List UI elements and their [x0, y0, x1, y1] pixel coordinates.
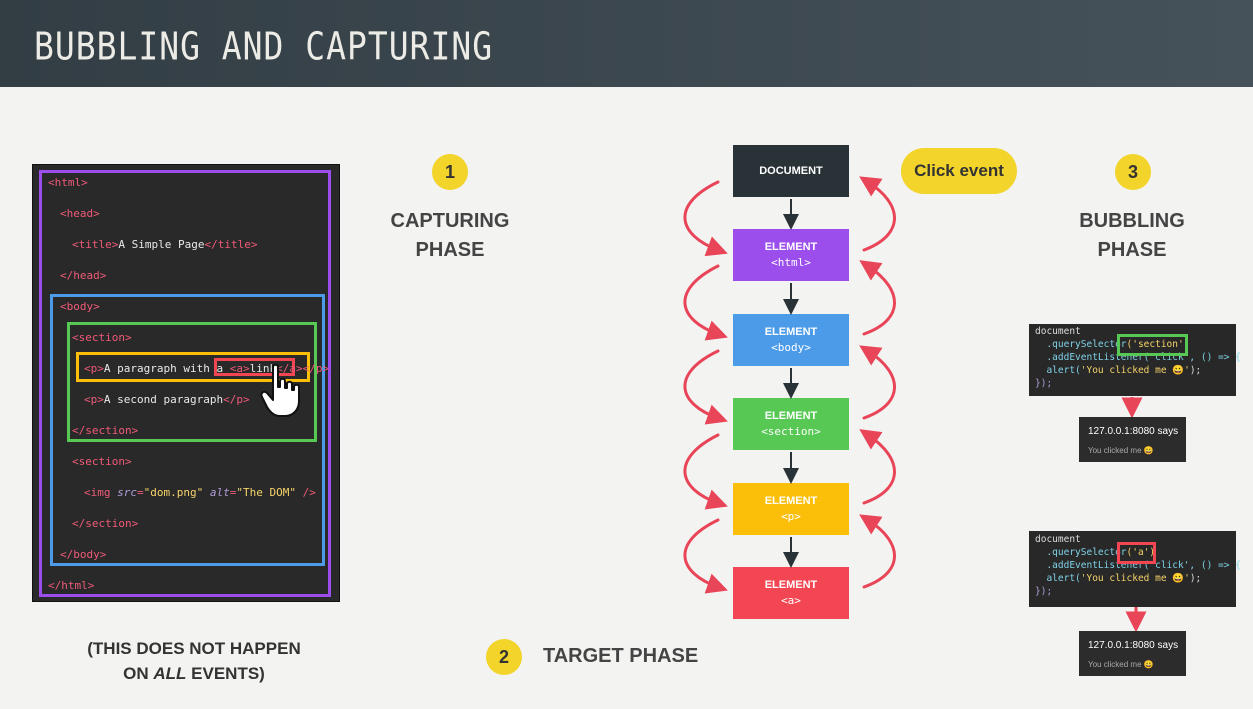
snippet-2-line-5: });: [1035, 586, 1053, 597]
bubble-arrow-3: [859, 345, 896, 420]
capture-arrow-2: [683, 264, 728, 341]
code-snippet-section: document .querySelector('section') .addE…: [1029, 324, 1241, 396]
capture-arrow-3: [683, 349, 728, 425]
code-snippet-a: document .querySelector('a') .addEventLi…: [1029, 531, 1241, 607]
snippet-1-line-1: document: [1035, 326, 1081, 337]
events-note: (THIS DOES NOT HAPPEN ON ALL EVENTS): [87, 639, 301, 683]
a-selector-highlight: [1117, 542, 1156, 564]
alert-dialog-2: 127.0.0.1:8080 says You clicked me 😀: [1079, 631, 1186, 676]
alert-1-message: You clicked me 😀: [1088, 446, 1154, 455]
snippet-1-line-4: alert('You clicked me 😀');: [1035, 365, 1202, 376]
capture-arrow-4: [683, 433, 728, 510]
capture-arrow-5: [683, 518, 728, 594]
bubble-arrow-5: [859, 514, 896, 589]
alert-2-message: You clicked me 😀: [1088, 660, 1154, 669]
bubble-arrow-2: [859, 260, 896, 336]
capture-arrow-1: [683, 180, 728, 257]
alert-dialog-1: 127.0.0.1:8080 says You clicked me 😀: [1079, 417, 1186, 462]
snippet-2-line-1: document: [1035, 534, 1081, 545]
section-selector-highlight: [1117, 334, 1188, 356]
snippet-1-line-5: });: [1035, 378, 1053, 389]
alert-2-title: 127.0.0.1:8080 says: [1088, 640, 1179, 651]
snippet-2-line-4: alert('You clicked me 😀');: [1035, 573, 1202, 584]
alert-1-title: 127.0.0.1:8080 says: [1088, 426, 1179, 437]
bubble-arrow-1: [859, 176, 896, 252]
bubble-arrow-4: [859, 429, 896, 505]
